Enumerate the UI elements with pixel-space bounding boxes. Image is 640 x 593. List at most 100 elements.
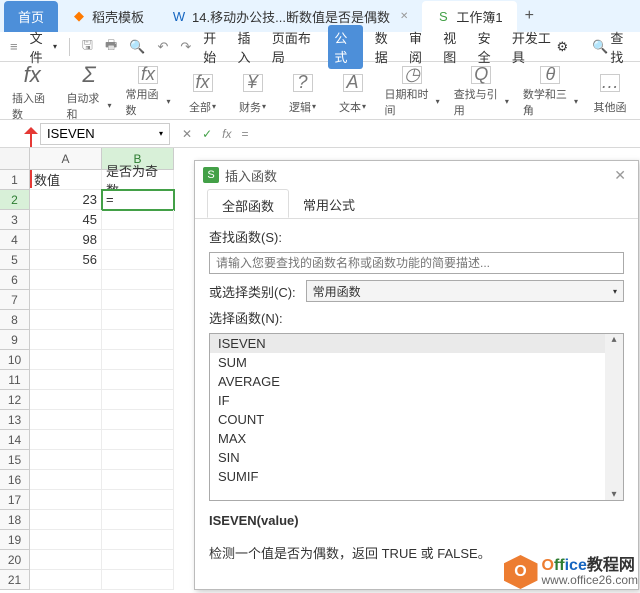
menu-formula[interactable]: 公式 <box>328 25 362 69</box>
row-header[interactable]: 12 <box>0 390 30 410</box>
function-list-item[interactable]: ISEVEN <box>210 334 605 353</box>
row-header[interactable]: 10 <box>0 350 30 370</box>
row-header[interactable]: 4 <box>0 230 30 250</box>
cell[interactable] <box>102 430 174 450</box>
cell[interactable]: 数值 <box>30 170 102 190</box>
new-tab-button[interactable]: + <box>517 7 542 25</box>
cell[interactable] <box>102 230 174 250</box>
cell[interactable]: 是否为奇数 <box>102 170 174 190</box>
cell[interactable] <box>102 550 174 570</box>
menu-layout[interactable]: 页面布局 <box>272 28 317 66</box>
tab-file2[interactable]: S 工作簿1 <box>422 1 516 32</box>
function-list-item[interactable]: SIN <box>210 448 605 467</box>
row-header[interactable]: 5 <box>0 250 30 270</box>
cell[interactable]: 56 <box>30 250 102 270</box>
row-header[interactable]: 8 <box>0 310 30 330</box>
cell[interactable] <box>102 270 174 290</box>
menu-dev[interactable]: 开发工具 ⚙ <box>512 28 568 66</box>
cell[interactable]: 45 <box>30 210 102 230</box>
row-header[interactable]: 15 <box>0 450 30 470</box>
accept-formula-icon[interactable]: ✓ <box>202 127 212 141</box>
cell[interactable] <box>30 390 102 410</box>
formula-value[interactable]: = <box>241 127 248 141</box>
function-list-item[interactable]: AVERAGE <box>210 372 605 391</box>
preview-icon[interactable]: 🔍 <box>129 39 145 55</box>
cell[interactable] <box>102 370 174 390</box>
row-header[interactable]: 18 <box>0 510 30 530</box>
row-header[interactable]: 13 <box>0 410 30 430</box>
cell[interactable] <box>102 490 174 510</box>
cell[interactable] <box>102 470 174 490</box>
cancel-formula-icon[interactable]: ✕ <box>182 127 192 141</box>
row-header[interactable]: 1 <box>0 170 30 190</box>
col-header-a[interactable]: A <box>30 148 102 170</box>
close-icon[interactable]: ✕ <box>400 11 408 22</box>
cell[interactable]: = <box>102 190 174 210</box>
cell[interactable] <box>102 310 174 330</box>
select-all-corner[interactable] <box>0 148 30 170</box>
chevron-down-icon[interactable]: ▾ <box>159 129 163 138</box>
tab-all-functions[interactable]: 全部函数 <box>207 189 289 218</box>
cell[interactable] <box>30 490 102 510</box>
other-fn-button[interactable]: … 其他函 <box>586 64 634 119</box>
cell[interactable] <box>30 350 102 370</box>
cell[interactable] <box>30 570 102 590</box>
row-header[interactable]: 16 <box>0 470 30 490</box>
function-list-item[interactable]: MAX <box>210 429 605 448</box>
autosum-button[interactable]: Σ 自动求和▾ <box>60 64 117 119</box>
cell[interactable] <box>30 370 102 390</box>
cell[interactable] <box>102 350 174 370</box>
math-fn-button[interactable]: θ 数学和三角▾ <box>517 64 584 119</box>
row-header[interactable]: 6 <box>0 270 30 290</box>
all-fn-button[interactable]: fx 全部▾ <box>179 64 227 119</box>
cell[interactable] <box>30 290 102 310</box>
insert-function-button[interactable]: fx 插入函数 <box>6 64 58 119</box>
logic-fn-button[interactable]: ? 逻辑▾ <box>279 64 327 119</box>
save-icon[interactable]: 🖫 <box>82 36 93 58</box>
cell[interactable] <box>30 410 102 430</box>
cell[interactable] <box>102 570 174 590</box>
tab-common-formulas[interactable]: 常用公式 <box>289 189 369 218</box>
name-box[interactable]: ISEVEN ▾ <box>40 123 170 145</box>
fx-label-icon[interactable]: fx <box>222 127 231 141</box>
cell[interactable] <box>102 210 174 230</box>
tab-docer[interactable]: ◆ 稻壳模板 <box>58 1 158 32</box>
cell[interactable] <box>30 530 102 550</box>
cell[interactable] <box>30 470 102 490</box>
function-list-item[interactable]: IF <box>210 391 605 410</box>
menu-view[interactable]: 视图 <box>443 28 465 66</box>
cell[interactable] <box>102 410 174 430</box>
print-icon[interactable]: 🖶 <box>105 36 117 58</box>
cell[interactable] <box>102 510 174 530</box>
cell[interactable] <box>102 330 174 350</box>
search-function-input[interactable] <box>209 252 624 274</box>
row-header[interactable]: 2 <box>0 190 30 210</box>
cell[interactable] <box>30 510 102 530</box>
close-icon[interactable]: ✕ <box>610 167 630 184</box>
cell[interactable] <box>102 450 174 470</box>
function-list-item[interactable]: SUM <box>210 353 605 372</box>
lookup-fn-button[interactable]: Q 查找与引用▾ <box>448 64 515 119</box>
row-header[interactable]: 3 <box>0 210 30 230</box>
cell[interactable]: 23 <box>30 190 102 210</box>
row-header[interactable]: 9 <box>0 330 30 350</box>
scrollbar[interactable]: ▴▾ <box>605 334 623 500</box>
dialog-titlebar[interactable]: S 插入函数 ✕ <box>195 161 638 189</box>
redo-icon[interactable]: ↷ <box>180 39 191 55</box>
finance-fn-button[interactable]: ¥ 财务▾ <box>229 64 277 119</box>
undo-icon[interactable]: ↶ <box>157 39 168 55</box>
menu-security[interactable]: 安全 <box>478 28 500 66</box>
search-menu[interactable]: 🔍 查找 <box>592 28 630 66</box>
row-header[interactable]: 11 <box>0 370 30 390</box>
menu-start[interactable]: 开始 <box>203 28 225 66</box>
menu-icon[interactable]: ≡ <box>10 39 18 54</box>
row-header[interactable]: 21 <box>0 570 30 590</box>
row-header[interactable]: 19 <box>0 530 30 550</box>
text-fn-button[interactable]: A 文本▾ <box>329 64 377 119</box>
row-header[interactable]: 20 <box>0 550 30 570</box>
cell[interactable] <box>30 430 102 450</box>
cell[interactable] <box>102 390 174 410</box>
cell[interactable] <box>30 550 102 570</box>
menu-data[interactable]: 数据 <box>375 28 397 66</box>
row-header[interactable]: 7 <box>0 290 30 310</box>
